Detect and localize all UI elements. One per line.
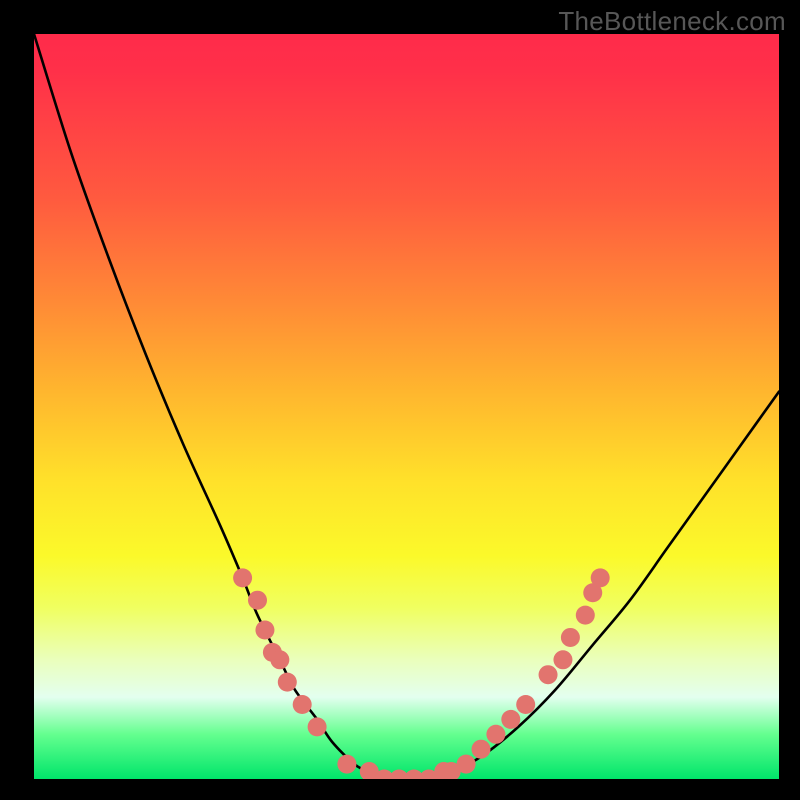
data-marker — [553, 650, 572, 669]
data-marker — [255, 621, 274, 640]
data-marker — [270, 650, 289, 669]
data-marker — [457, 755, 476, 774]
data-marker — [337, 755, 356, 774]
data-marker — [486, 725, 505, 744]
data-marker — [233, 568, 252, 587]
plot-area — [34, 34, 779, 779]
data-marker — [308, 717, 327, 736]
bottleneck-curve — [34, 34, 779, 779]
data-marker — [248, 591, 267, 610]
data-marker — [576, 606, 595, 625]
data-marker — [278, 673, 297, 692]
data-marker — [501, 710, 520, 729]
data-marker — [591, 568, 610, 587]
data-marker — [561, 628, 580, 647]
chart-frame: TheBottleneck.com — [0, 0, 800, 800]
data-marker — [293, 695, 312, 714]
chart-svg — [34, 34, 779, 779]
data-marker — [472, 740, 491, 759]
watermark-text: TheBottleneck.com — [558, 6, 786, 37]
data-marker — [516, 695, 535, 714]
curve-markers — [233, 568, 610, 779]
data-marker — [539, 665, 558, 684]
